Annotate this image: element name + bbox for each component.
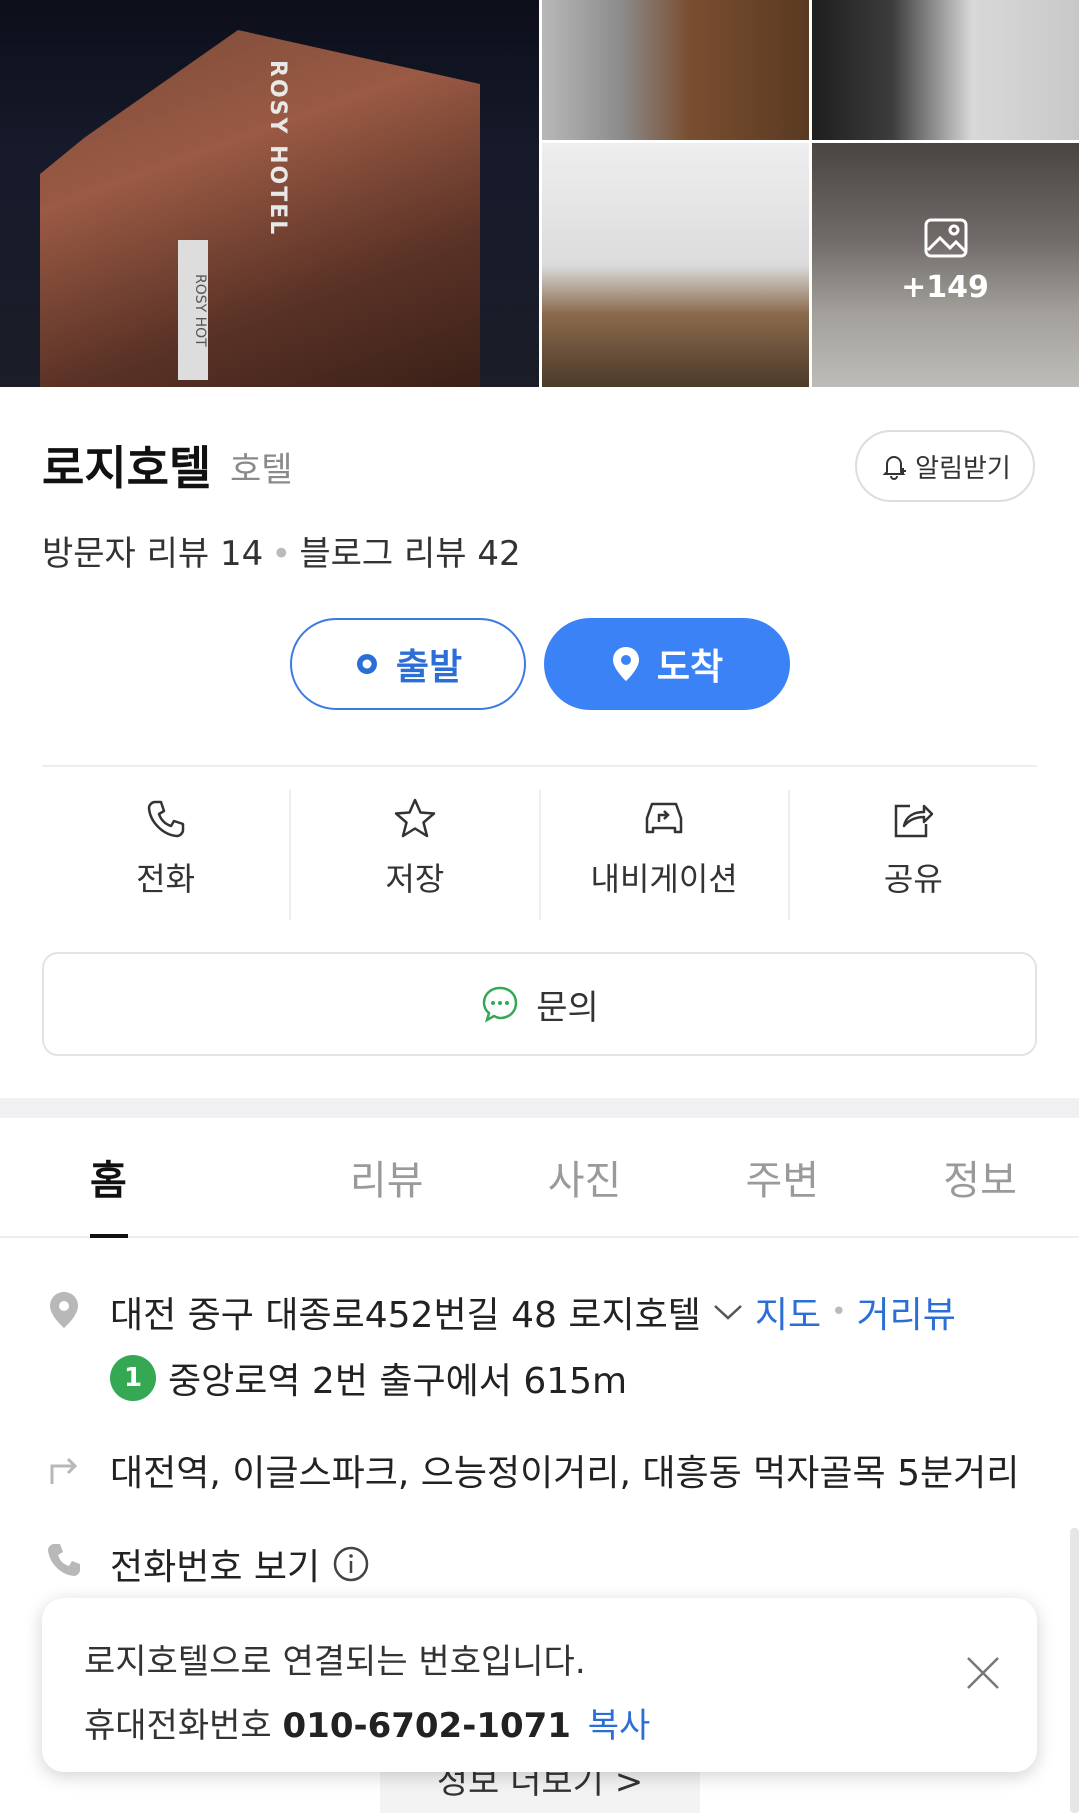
- toast-message: 로지호텔으로 연결되는 번호입니다.: [84, 1642, 586, 1682]
- place-category: 호텔: [230, 450, 293, 490]
- hotel-sign-small: ROSY HOT: [178, 240, 208, 380]
- turn-arrow-icon: [50, 1457, 78, 1484]
- share-icon: [895, 804, 934, 838]
- number-prefix: 휴대전화번호: [84, 1706, 272, 1746]
- photo-gallery: ROSY HOTEL ROSY HOT +149: [0, 0, 1079, 387]
- tab-photos[interactable]: 사진: [486, 1118, 684, 1236]
- phone-label: 전화번호 보기: [110, 1547, 321, 1588]
- phone-row[interactable]: 전화번호 보기: [110, 1538, 370, 1590]
- info-circle-icon[interactable]: [332, 1545, 370, 1583]
- main-photo[interactable]: ROSY HOTEL ROSY HOT: [0, 0, 539, 387]
- share-label: 공유: [883, 860, 943, 898]
- car-icon: [645, 802, 683, 834]
- nearby-directions: 대전역, 이글스파크, 으능정이거리, 대흥동 먹자골목 5분거리: [110, 1453, 1020, 1494]
- more-photos-count: +149: [901, 270, 989, 305]
- street-view-link[interactable]: 거리뷰: [856, 1286, 955, 1338]
- photo-thumb-lobby[interactable]: [542, 0, 809, 140]
- call-action[interactable]: 전화: [42, 790, 292, 920]
- divider: [42, 765, 1037, 767]
- save-label: 저장: [385, 860, 445, 898]
- subway-text: 중앙로역 2번 출구에서 615m: [168, 1361, 628, 1402]
- save-action[interactable]: 저장: [291, 790, 541, 920]
- alert-label: 알림받기: [915, 453, 1011, 484]
- chevron-down-icon[interactable]: [711, 1300, 745, 1324]
- subway-row: 1 중앙로역 2번 출구에서 615m: [110, 1352, 627, 1404]
- address-row: 대전 중구 대종로452번길 48 로지호텔 지도 • 거리뷰: [110, 1286, 956, 1338]
- alert-button[interactable]: 알림받기: [855, 430, 1035, 502]
- visitor-reviews-link[interactable]: 방문자 리뷰 14: [42, 534, 263, 574]
- share-action[interactable]: 공유: [790, 790, 1037, 920]
- phone-icon: [147, 800, 184, 838]
- location-pin-icon: [612, 647, 639, 681]
- tab-nearby[interactable]: 주변: [683, 1118, 881, 1236]
- photo-thumb-kitchen[interactable]: [542, 143, 809, 387]
- separator-dot: •: [831, 1297, 847, 1327]
- phone-number: 010-6702-1071: [282, 1706, 571, 1746]
- location-pin-icon: [50, 1292, 78, 1328]
- more-photos-overlay[interactable]: [812, 143, 1079, 387]
- action-row: 전화 저장 내비게이션 공유: [42, 790, 1037, 920]
- hotel-sign: ROSY HOTEL: [265, 60, 290, 237]
- tab-bar: 홈 리뷰 사진 주변 정보: [0, 1118, 1079, 1238]
- depart-button[interactable]: 출발: [290, 618, 526, 710]
- depart-label: 출발: [395, 647, 463, 688]
- chat-bubble-icon: [482, 986, 518, 1023]
- navigation-action[interactable]: 내비게이션: [541, 790, 790, 920]
- tab-home[interactable]: 홈: [0, 1118, 288, 1238]
- address-text: 대전 중구 대종로452번길 48 로지호텔: [110, 1295, 701, 1336]
- blog-reviews-link[interactable]: 블로그 리뷰 42: [299, 534, 520, 574]
- place-name: 로지호텔: [42, 441, 212, 495]
- phone-icon: [48, 1544, 80, 1576]
- photo-thumb-lounge[interactable]: [812, 0, 1079, 140]
- separator-dot: •: [271, 534, 292, 574]
- origin-dot-icon: [356, 654, 377, 674]
- bell-icon: [882, 456, 907, 480]
- scrollbar[interactable]: [1070, 1528, 1079, 1813]
- star-icon: [394, 798, 436, 838]
- inquiry-button[interactable]: 문의: [42, 952, 1037, 1056]
- toast-number-row: 휴대전화번호 010-6702-1071 복사: [84, 1698, 650, 1747]
- section-gap: [0, 1098, 1079, 1118]
- navigation-label: 내비게이션: [590, 860, 738, 898]
- copy-button[interactable]: 복사: [588, 1706, 651, 1746]
- arrive-label: 도착: [656, 647, 724, 688]
- call-label: 전화: [136, 860, 196, 898]
- arrive-button[interactable]: 도착: [544, 618, 790, 710]
- review-summary: 방문자 리뷰 14 • 블로그 리뷰 42: [42, 526, 521, 575]
- close-icon[interactable]: [960, 1650, 1006, 1696]
- tab-reviews[interactable]: 리뷰: [288, 1118, 486, 1236]
- map-link[interactable]: 지도: [755, 1286, 821, 1338]
- subway-line-badge: 1: [110, 1355, 156, 1401]
- phone-toast: 로지호텔으로 연결되는 번호입니다. 휴대전화번호 010-6702-1071 …: [42, 1598, 1037, 1772]
- image-icon: [924, 218, 968, 258]
- tab-info[interactable]: 정보: [881, 1118, 1079, 1236]
- inquiry-label: 문의: [536, 987, 599, 1028]
